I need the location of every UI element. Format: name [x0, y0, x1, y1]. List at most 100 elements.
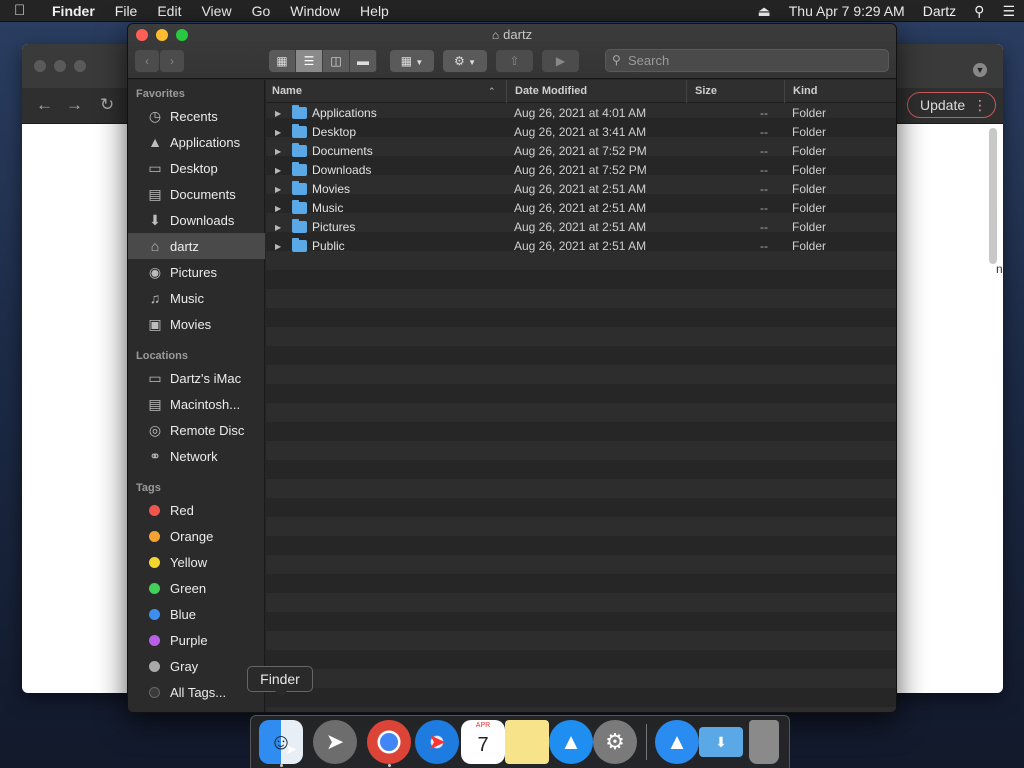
table-row[interactable]: ▶ Public Aug 26, 2021 at 2:51 AM -- Fold… — [266, 237, 896, 256]
table-row[interactable]: ▶ Music Aug 26, 2021 at 2:51 AM -- Folde… — [266, 199, 896, 218]
sidebar-item-network[interactable]: ⚭ Network — [128, 443, 265, 469]
sidebar-item-pictures[interactable]: ◉ Pictures — [128, 259, 265, 285]
sidebar-tag-purple[interactable]: Purple — [128, 627, 265, 653]
launchpad-rocket-icon[interactable]: ➤ — [313, 720, 357, 764]
browser-scrollbar[interactable] — [989, 128, 997, 264]
sidebar-item-macintosh-hd[interactable]: ▤ Macintosh... — [128, 391, 265, 417]
menu-go[interactable]: Go — [242, 3, 281, 19]
action-button[interactable]: ⚙ ▼ — [443, 50, 487, 72]
disclosure-triangle-icon[interactable]: ▶ — [275, 199, 281, 218]
share-button[interactable]: ⇧ — [496, 50, 533, 72]
chevron-down-icon[interactable]: ▼ — [973, 63, 987, 77]
table-row[interactable]: ▶ Applications Aug 26, 2021 at 4:01 AM -… — [266, 104, 896, 123]
menu-view[interactable]: View — [191, 3, 241, 19]
sidebar-item-movies[interactable]: ▣ Movies — [128, 311, 265, 337]
tags-button[interactable]: ▶ — [542, 50, 579, 72]
chrome-icon[interactable] — [367, 720, 411, 764]
row-size: -- — [760, 220, 768, 234]
user-menu[interactable]: Dartz — [914, 3, 965, 19]
table-row[interactable]: ▶ Movies Aug 26, 2021 at 2:51 AM -- Fold… — [266, 180, 896, 199]
group-by-button[interactable]: ▦ ▼ — [390, 50, 434, 72]
sidebar-item-dartz[interactable]: ⌂ dartz — [128, 233, 265, 259]
disclosure-triangle-icon[interactable]: ▶ — [275, 237, 281, 256]
sidebar-tag-yellow[interactable]: Yellow — [128, 549, 265, 575]
sidebar-item-applications[interactable]: ▲ Applications — [128, 129, 265, 155]
gallery-view-icon[interactable]: ▬ — [350, 50, 377, 72]
menu-window[interactable]: Window — [280, 3, 350, 19]
table-row[interactable]: ▶ Desktop Aug 26, 2021 at 3:41 AM -- Fol… — [266, 123, 896, 142]
row-kind: Folder — [792, 201, 827, 215]
sidebar-tag-all[interactable]: All Tags... — [128, 679, 265, 705]
menu-file[interactable]: File — [105, 3, 148, 19]
update-button[interactable]: Update ⋮ — [907, 92, 996, 118]
control-list-icon[interactable]: ☰ — [993, 3, 1024, 20]
row-date: Aug 26, 2021 at 2:51 AM — [514, 201, 647, 215]
sidebar-tag-blue[interactable]: Blue — [128, 601, 265, 627]
safari-compass-icon[interactable]: ➤ — [415, 720, 459, 764]
eject-icon[interactable]: ⏏ — [749, 3, 780, 20]
column-header-name[interactable]: Name — [266, 80, 504, 103]
sidebar-tag-red[interactable]: Red — [128, 497, 265, 523]
disclosure-triangle-icon[interactable]: ▶ — [275, 180, 281, 199]
column-header-kind[interactable]: Kind — [784, 80, 896, 103]
menu-help[interactable]: Help — [350, 3, 399, 19]
menu-edit[interactable]: Edit — [147, 3, 191, 19]
icon-view-icon[interactable]: ▦ — [269, 50, 296, 72]
menu-extras: ⏏ Thu Apr 7 9:29 AM Dartz ⚲ ☰ — [749, 0, 1024, 22]
search-input[interactable]: ⚲ Search — [605, 49, 889, 72]
sidebar-item-documents[interactable]: ▤ Documents — [128, 181, 265, 207]
browser-close-dot[interactable] — [34, 60, 46, 72]
system-preferences-gear-icon[interactable]: ⚙ — [593, 720, 637, 764]
file-list[interactable]: Name ⌃ Date Modified Size Kind ▶ Applica… — [266, 80, 896, 712]
table-row[interactable]: ▶ Documents Aug 26, 2021 at 7:52 PM -- F… — [266, 142, 896, 161]
browser-zoom-dot[interactable] — [74, 60, 86, 72]
sidebar-item-imac[interactable]: ▭ Dartz's iMac — [128, 365, 265, 391]
sidebar-item-label: Dartz's iMac — [170, 370, 242, 386]
notes-icon[interactable] — [505, 720, 549, 764]
browser-minimize-dot[interactable] — [54, 60, 66, 72]
sidebar-item-label: Blue — [170, 606, 197, 622]
column-header-date[interactable]: Date Modified — [506, 80, 686, 103]
column-view-icon[interactable]: ◫ — [323, 50, 350, 72]
calendar-icon[interactable]: APR 7 — [461, 720, 505, 764]
trash-icon[interactable] — [749, 720, 779, 764]
app-store-icon[interactable]: ▲ — [549, 720, 593, 764]
list-header: Name ⌃ Date Modified Size Kind — [266, 80, 896, 103]
reload-icon[interactable]: ↻ — [100, 95, 114, 115]
forward-button[interactable]: › — [160, 50, 184, 72]
sidebar-item-music[interactable]: ♫ Music — [128, 285, 265, 311]
disclosure-triangle-icon[interactable]: ▶ — [275, 142, 281, 161]
sidebar-item-label: Downloads — [170, 212, 235, 228]
row-kind: Folder — [792, 220, 827, 234]
apple-icon[interactable]:  — [14, 2, 44, 19]
disclosure-triangle-icon[interactable]: ▶ — [275, 161, 281, 180]
disclosure-triangle-icon[interactable]: ▶ — [275, 123, 281, 142]
list-view-icon[interactable]: ☰ — [296, 50, 323, 72]
back-button[interactable]: ‹ — [135, 50, 159, 72]
sidebar-tag-orange[interactable]: Orange — [128, 523, 265, 549]
tag-color-dot — [149, 582, 160, 594]
sidebar-tag-gray[interactable]: Gray — [128, 653, 265, 679]
kebab-menu-icon[interactable]: ⋮ — [973, 93, 987, 117]
sidebar-item-downloads[interactable]: ⬇ Downloads — [128, 207, 265, 233]
sidebar-tag-green[interactable]: Green — [128, 575, 265, 601]
table-row[interactable]: ▶ Pictures Aug 26, 2021 at 2:51 AM -- Fo… — [266, 218, 896, 237]
downloads-folder-icon[interactable]: ⬇ — [699, 727, 743, 757]
tag-icon: ▶ — [555, 54, 566, 68]
column-header-size[interactable]: Size — [686, 80, 782, 103]
sidebar-item-recents[interactable]: ◷ Recents — [128, 103, 265, 129]
share-icon: ⇧ — [509, 54, 520, 68]
menu-finder[interactable]: Finder — [44, 3, 105, 19]
forward-arrow-icon[interactable]: → — [66, 95, 83, 115]
disclosure-triangle-icon[interactable]: ▶ — [275, 218, 281, 237]
row-date: Aug 26, 2021 at 2:51 AM — [514, 239, 647, 253]
sidebar-item-label: Purple — [170, 632, 208, 648]
sidebar-item-desktop[interactable]: ▭ Desktop — [128, 155, 265, 181]
disclosure-triangle-icon[interactable]: ▶ — [275, 104, 281, 123]
table-row[interactable]: ▶ Downloads Aug 26, 2021 at 7:52 PM -- F… — [266, 161, 896, 180]
clock-display[interactable]: Thu Apr 7 9:29 AM — [780, 3, 914, 19]
spotlight-search-icon[interactable]: ⚲ — [965, 3, 993, 20]
back-arrow-icon[interactable]: ← — [36, 95, 53, 115]
app-store-downloads-icon[interactable]: ▲ — [655, 720, 699, 764]
sidebar-item-remote-disc[interactable]: ◎ Remote Disc — [128, 417, 265, 443]
